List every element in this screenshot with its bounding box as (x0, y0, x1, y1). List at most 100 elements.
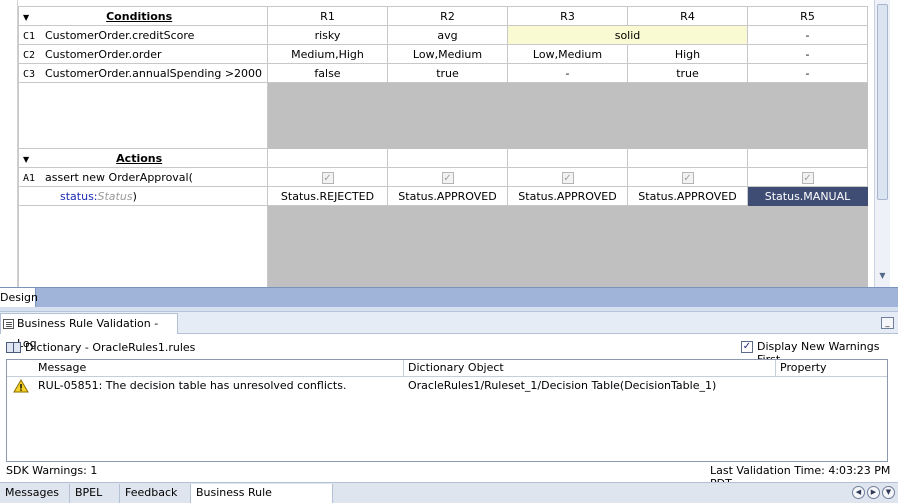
app-window: ▼ Conditions R1 R2 R3 R4 R5 C1 CustomerOrd… (0, 0, 898, 503)
cell-c1-r3-r4[interactable]: solid (507, 25, 748, 45)
cell-c3-r1[interactable]: false (267, 63, 388, 83)
log-tab-strip: Business Rule Validation - Log _ (0, 312, 898, 350)
condition-id: C1 (23, 30, 36, 42)
tab-business-rule-validation-log[interactable]: Business Rule Validation - Log (0, 313, 178, 350)
rule-header-r4[interactable]: R4 (627, 6, 748, 26)
rule-header-r5[interactable]: R5 (747, 6, 868, 26)
tab-bpel[interactable]: BPEL (70, 484, 120, 503)
action-header-r3 (507, 148, 628, 168)
decision-table-editor: ▼ Conditions R1 R2 R3 R4 R5 C1 CustomerOrd… (0, 0, 898, 290)
scrollbar-thumb[interactable] (877, 4, 888, 200)
cell-c3-r5[interactable]: - (747, 63, 868, 83)
editor-tab-bar: Design (0, 287, 898, 308)
action-id: A1 (23, 172, 36, 184)
right-edge (890, 0, 898, 287)
log-icon (3, 319, 14, 329)
column-header-dictionary-object[interactable]: Dictionary Object (404, 360, 776, 377)
messages-grid: Message Dictionary Object Property RUL-0… (6, 359, 888, 462)
row-message[interactable]: RUL-05851: The decision table has unreso… (34, 378, 404, 395)
display-warnings-checkbox[interactable]: ✓ (741, 341, 753, 353)
condition-row-c1: C1 CustomerOrder.creditScore risky avg so… (18, 25, 868, 45)
actions-header-row: ▼ Actions (18, 148, 868, 168)
row-dictionary-object[interactable]: OracleRules1/Ruleset_1/Decision Table(De… (404, 378, 776, 395)
action-header-r5 (747, 148, 868, 168)
dictionary-row: Dictionary - OracleRules1.rules ✓ Displa… (0, 337, 898, 366)
tab-list-dropdown-icon[interactable]: ▼ (882, 486, 895, 499)
condition-row-c2: C2 CustomerOrder.order Medium,High Low,Me… (18, 44, 868, 64)
cell-c1-r2[interactable]: avg (387, 25, 508, 45)
condition-id: C3 (23, 68, 36, 80)
condition-expr-c3[interactable]: C3 CustomerOrder.annualSpending >2000 (18, 63, 268, 83)
conditions-header[interactable]: ▼ Conditions (18, 6, 268, 26)
cell-c1-r1[interactable]: risky (267, 25, 388, 45)
empty-condition-expr[interactable] (18, 82, 268, 149)
empty-condition-cells (267, 82, 868, 149)
checkbox-icon[interactable]: ✓ (801, 171, 814, 184)
scroll-left-icon[interactable]: ◀ (852, 486, 865, 499)
warning-icon (13, 379, 29, 393)
column-header-message[interactable]: Message (34, 360, 404, 377)
action-value-r3[interactable]: Status.APPROVED (507, 186, 628, 206)
conditions-title: Conditions (106, 9, 173, 23)
actions-title: Actions (116, 151, 163, 165)
tab-design[interactable]: Design (0, 288, 38, 308)
decision-table: ▼ Conditions R1 R2 R3 R4 R5 C1 CustomerOrd… (18, 6, 868, 290)
condition-expr-text: CustomerOrder.annualSpending >2000 (45, 66, 263, 80)
checkbox-icon[interactable]: ✓ (561, 171, 574, 184)
tab-business-rule-validation[interactable]: Business Rule Validation (191, 484, 333, 503)
condition-expr-text: CustomerOrder.creditScore (45, 28, 195, 42)
tab-messages[interactable]: Messages (0, 484, 70, 503)
checkbox-icon[interactable]: ✓ (441, 171, 454, 184)
book-icon (6, 342, 21, 353)
messages-grid-header: Message Dictionary Object Property (7, 360, 887, 377)
action-value-r5-selected[interactable]: Status.MANUAL (747, 186, 868, 206)
sdk-warnings-count: SDK Warnings: 1 (6, 464, 98, 477)
condition-id: C2 (23, 49, 36, 61)
minimize-button[interactable]: _ (881, 317, 894, 329)
action-expr-text: assert new OrderApproval( (45, 170, 193, 184)
rule-header-r1[interactable]: R1 (267, 6, 388, 26)
checkbox-icon[interactable]: ✓ (321, 171, 334, 184)
action-value-r1[interactable]: Status.REJECTED (267, 186, 388, 206)
action-header-r4 (627, 148, 748, 168)
cell-c2-r5[interactable]: - (747, 44, 868, 64)
scroll-right-icon[interactable]: ▶ (867, 486, 880, 499)
cell-c2-r3[interactable]: Low,Medium (507, 44, 628, 64)
checkbox-icon[interactable]: ✓ (681, 171, 694, 184)
validation-log-panel: Business Rule Validation - Log _ Diction… (0, 312, 898, 490)
cell-c3-r2[interactable]: true (387, 63, 508, 83)
tab-feedback[interactable]: Feedback (120, 484, 191, 503)
action-check-r3[interactable]: ✓ (507, 167, 628, 187)
actions-header[interactable]: ▼ Actions (18, 148, 268, 168)
rule-header-r2[interactable]: R2 (387, 6, 508, 26)
action-value-r4[interactable]: Status.APPROVED (627, 186, 748, 206)
column-header-property[interactable]: Property (776, 360, 887, 377)
row-gutter (0, 0, 18, 287)
action-check-r5[interactable]: ✓ (747, 167, 868, 187)
empty-action-expr[interactable] (18, 205, 268, 290)
scroll-down-icon[interactable]: ▼ (877, 271, 888, 281)
param-type: Status (97, 189, 133, 203)
rule-header-r3[interactable]: R3 (507, 6, 628, 26)
condition-expr-c2[interactable]: C2 CustomerOrder.order (18, 44, 268, 64)
cell-c3-r3[interactable]: - (507, 63, 628, 83)
action-param-status[interactable]: status:Status) (18, 186, 268, 206)
condition-expr-c1[interactable]: C1 CustomerOrder.creditScore (18, 25, 268, 45)
cell-c2-r2[interactable]: Low,Medium (387, 44, 508, 64)
param-name: status: (60, 189, 98, 203)
action-expr-a1[interactable]: A1 assert new OrderApproval( (18, 167, 268, 187)
action-row-a1: A1 assert new OrderApproval( ✓ ✓ ✓ ✓ ✓ (18, 167, 868, 187)
bottom-tab-bar: Messages BPEL Feedback Business Rule Val… (0, 482, 898, 503)
cell-c1-r5[interactable]: - (747, 25, 868, 45)
action-check-r2[interactable]: ✓ (387, 167, 508, 187)
cell-c2-r4[interactable]: High (627, 44, 748, 64)
cell-c2-r1[interactable]: Medium,High (267, 44, 388, 64)
row-property[interactable] (776, 378, 887, 395)
action-check-r4[interactable]: ✓ (627, 167, 748, 187)
cell-c3-r4[interactable]: true (627, 63, 748, 83)
action-check-r1[interactable]: ✓ (267, 167, 388, 187)
action-value-r2[interactable]: Status.APPROVED (387, 186, 508, 206)
conditions-empty-area (18, 82, 868, 149)
action-header-r1 (267, 148, 388, 168)
vertical-scrollbar[interactable]: ▼ (874, 0, 890, 287)
